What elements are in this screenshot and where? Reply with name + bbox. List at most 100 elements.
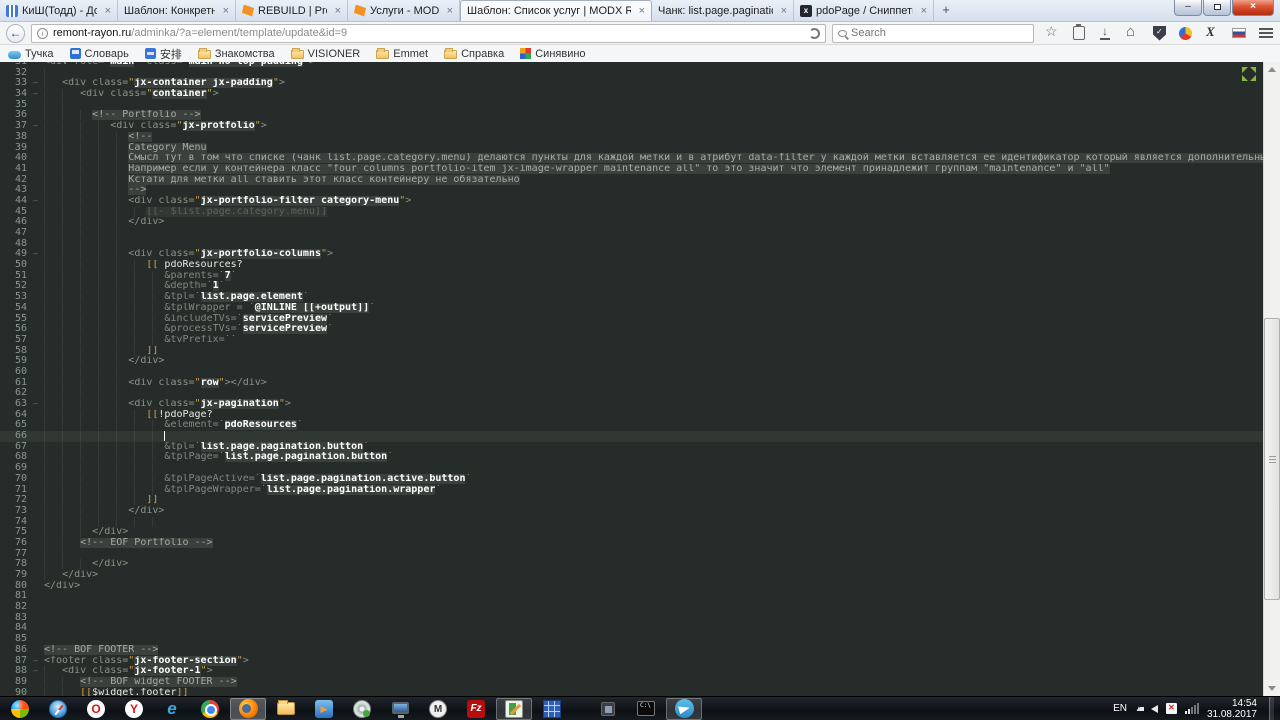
- code-line[interactable]: 40 Смысл тут в том что списке (чанк list…: [0, 152, 1263, 164]
- code-line[interactable]: 68 &tplPage=`list.page.pagination.button…: [0, 452, 1263, 463]
- code-line[interactable]: 64 [[!pdoPage?: [0, 409, 1263, 421]
- fold-marker-icon[interactable]: –: [30, 399, 44, 410]
- code-line[interactable]: 66: [0, 430, 1263, 442]
- mediainfo-taskbar-button[interactable]: M: [420, 698, 456, 720]
- start-button-taskbar-button[interactable]: [2, 698, 38, 720]
- code-line[interactable]: 45 [[- $list.page.category.menu]]: [0, 206, 1263, 218]
- windows-explorer-taskbar-button[interactable]: [268, 698, 304, 720]
- tab-close-icon[interactable]: ×: [917, 5, 927, 17]
- media-player-taskbar-button[interactable]: ▶: [306, 698, 342, 720]
- shield-icon[interactable]: [1153, 25, 1166, 41]
- code-line[interactable]: 47: [0, 227, 1263, 239]
- fold-marker-icon[interactable]: –: [30, 196, 44, 207]
- code-line[interactable]: 74: [0, 516, 1263, 528]
- code-line[interactable]: 37– <div class="jx-protfolio">: [0, 120, 1263, 132]
- browser-tab[interactable]: Услуги - MODX Revolution ×: [348, 0, 460, 21]
- chrome-taskbar-button[interactable]: [192, 698, 228, 720]
- code-line[interactable]: 71 &tplPageWrapper=`list.page.pagination…: [0, 484, 1263, 496]
- browser-tab[interactable]: Шаблон: Список услуг | MODX R ×: [460, 0, 652, 21]
- code-line[interactable]: 81: [0, 591, 1263, 602]
- back-button[interactable]: ←: [6, 23, 25, 43]
- code-line[interactable]: 67 &tpl=`list.page.pagination.button`: [0, 441, 1263, 453]
- line-number[interactable]: 70: [0, 473, 30, 485]
- code-line[interactable]: 84: [0, 623, 1263, 634]
- code-line[interactable]: 60: [0, 366, 1263, 378]
- code-line[interactable]: 85: [0, 633, 1263, 645]
- network-signal-icon[interactable]: [1184, 702, 1199, 714]
- line-number[interactable]: 54: [0, 302, 30, 314]
- bookmark-item[interactable]: Синявино: [520, 48, 586, 60]
- code-line[interactable]: 69: [0, 462, 1263, 474]
- code-line[interactable]: 32: [0, 67, 1263, 79]
- code-line[interactable]: 53 &tpl=`list.page.element`: [0, 291, 1263, 303]
- code-line[interactable]: 50 [[ pdoResources?: [0, 259, 1263, 271]
- code-line[interactable]: 35: [0, 99, 1263, 111]
- bookmark-item[interactable]: Emmet: [376, 48, 428, 60]
- show-desktop-button[interactable]: [1269, 696, 1274, 720]
- download-icon[interactable]: [1098, 24, 1114, 41]
- code-line[interactable]: 82: [0, 601, 1263, 613]
- ru-flag-icon[interactable]: [1232, 28, 1246, 38]
- tab-close-icon[interactable]: ×: [777, 5, 787, 17]
- telegram-taskbar-button[interactable]: [666, 697, 702, 720]
- action-center-flag-icon[interactable]: [1165, 703, 1177, 714]
- search-box[interactable]: [832, 23, 1034, 43]
- code-line[interactable]: 65 &element=`pdoResources`: [0, 420, 1263, 431]
- code-line[interactable]: 78 </div>: [0, 559, 1263, 570]
- language-indicator[interactable]: EN: [1113, 703, 1127, 714]
- browser-tab[interactable]: REBUILD | Projects ×: [236, 0, 348, 21]
- browser-tab[interactable]: Чанк: list.page.pagination.wrapp ×: [652, 0, 794, 21]
- bookmark-item[interactable]: Справка: [444, 48, 504, 60]
- code-editor[interactable]: 31<div role="main" class="main no-top-pa…: [0, 62, 1280, 696]
- bookmark-item[interactable]: Знакомства: [197, 48, 275, 60]
- code-line[interactable]: 58 ]]: [0, 345, 1263, 357]
- opera-taskbar-button[interactable]: O: [78, 698, 114, 720]
- search-input[interactable]: [851, 27, 1028, 39]
- code-line[interactable]: 90 [[$widget.footer]]: [0, 687, 1263, 696]
- menu-icon[interactable]: [1259, 32, 1273, 34]
- code-line[interactable]: 77: [0, 548, 1263, 560]
- browser-tab[interactable]: x pdoPage / Сниппеты / pdoT ×: [794, 0, 934, 21]
- code-line[interactable]: 89 <!-- BOF widget FOOTER -->: [0, 676, 1263, 688]
- disc-tool-taskbar-button[interactable]: [344, 698, 380, 720]
- code-line[interactable]: 38 <!--: [0, 131, 1263, 143]
- code-line[interactable]: 59 </div>: [0, 356, 1263, 367]
- code-line[interactable]: 42 Кстати для метки all ставить этот кла…: [0, 174, 1263, 186]
- scroll-down-arrow[interactable]: [1264, 680, 1280, 696]
- code-line[interactable]: 88– <div class="jx-footer-1">: [0, 665, 1263, 677]
- fold-marker-icon[interactable]: –: [30, 121, 44, 132]
- code-line[interactable]: 86 <!-- BOF FOOTER -->: [0, 644, 1263, 656]
- browser-tab[interactable]: Шаблон: Конкретная Услуга | М ×: [118, 0, 236, 21]
- notepad-editor-taskbar-button[interactable]: [496, 697, 532, 720]
- new-tab-button[interactable]: +: [934, 0, 958, 21]
- tab-close-icon[interactable]: ×: [443, 5, 453, 17]
- line-number[interactable]: 86: [0, 644, 30, 656]
- code-line[interactable]: 44– <div class="jx-portfolio-filter cate…: [0, 195, 1263, 207]
- line-number[interactable]: 41: [0, 163, 30, 175]
- command-prompt-taskbar-button[interactable]: C:\: [628, 698, 664, 720]
- star-icon[interactable]: [1044, 23, 1060, 41]
- fold-marker-icon[interactable]: –: [30, 666, 44, 677]
- vertical-scrollbar[interactable]: [1263, 62, 1280, 696]
- fold-marker-icon[interactable]: –: [30, 89, 44, 100]
- bookmark-item[interactable]: VISIONER: [290, 48, 360, 60]
- code-line[interactable]: 41 Например если у контейнера класс "fou…: [0, 163, 1263, 175]
- blue-grid-app-taskbar-button[interactable]: [534, 698, 570, 720]
- code-line[interactable]: 49– <div class="jx-portfolio-columns">: [0, 249, 1263, 260]
- code-line[interactable]: 46 </div>: [0, 217, 1263, 228]
- safari-taskbar-button[interactable]: [40, 698, 76, 720]
- firefox-taskbar-button[interactable]: [230, 697, 266, 720]
- fold-marker-icon[interactable]: –: [30, 78, 44, 89]
- code-line[interactable]: 48: [0, 238, 1263, 250]
- line-number[interactable]: 38: [0, 131, 30, 143]
- code-line[interactable]: 61 <div class="row"></div>: [0, 377, 1263, 389]
- minimize-button[interactable]: –: [1174, 0, 1202, 16]
- computer-taskbar-button[interactable]: [382, 698, 418, 720]
- scrollbar-thumb[interactable]: [1264, 318, 1280, 600]
- small-app-taskbar-button[interactable]: [590, 698, 626, 720]
- code-line[interactable]: 80 </div>: [0, 580, 1263, 592]
- tab-close-icon[interactable]: ×: [101, 5, 111, 17]
- line-number[interactable]: 90: [0, 687, 30, 696]
- fullscreen-toggle-icon[interactable]: [1242, 67, 1256, 81]
- line-number[interactable]: 73: [0, 505, 30, 517]
